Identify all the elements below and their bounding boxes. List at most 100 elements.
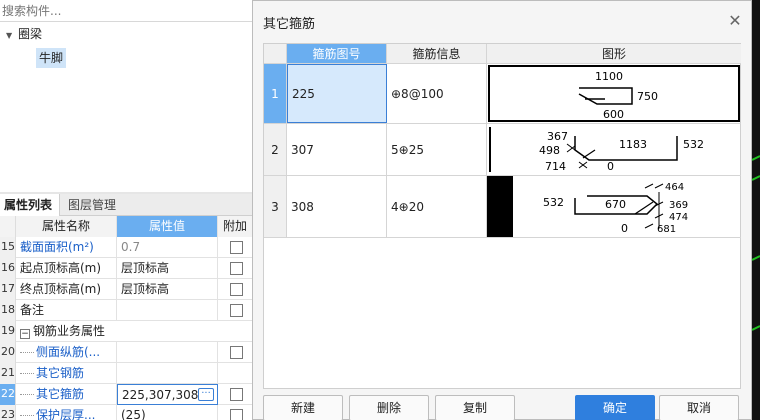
additional-cell — [218, 384, 252, 405]
cancel-button[interactable]: 取消 — [659, 395, 739, 420]
grid-header-corner — [264, 44, 287, 64]
table-row[interactable]: 17 终点顶标高(m) 层顶标高 — [0, 279, 252, 300]
search-input[interactable] — [0, 0, 252, 21]
additional-checkbox[interactable] — [230, 262, 243, 275]
dimension-label: 681 — [657, 224, 676, 235]
grid-header-shape[interactable]: 图形 — [487, 44, 741, 64]
close-icon[interactable]: ✕ — [727, 13, 743, 29]
property-value[interactable]: (25) — [117, 405, 218, 420]
additional-checkbox[interactable] — [230, 346, 243, 359]
stirrup-info-cell[interactable]: 5⊕25 — [387, 124, 487, 175]
dialog-title: 其它箍筋 — [263, 17, 316, 32]
stirrup-code-cell[interactable]: 225 — [287, 64, 387, 123]
dimension-label: 369 — [669, 200, 688, 211]
stirrup-shape-225: 1100 750 600 — [488, 65, 740, 122]
property-value[interactable]: 0.7 — [117, 237, 218, 258]
row-number: 1 — [264, 64, 287, 123]
property-tabs: 属性列表 图层管理 — [0, 194, 252, 216]
additional-checkbox[interactable] — [230, 409, 243, 420]
tree-connector — [20, 352, 34, 353]
property-value[interactable] — [117, 363, 218, 384]
other-stirrups-dialog: 其它箍筋 ✕ 箍筋图号 箍筋信息 图形 1 225 ⊕8@100 1100 75… — [252, 0, 752, 420]
property-group[interactable]: − 钢筋业务属性 — [16, 321, 217, 342]
dimension-label: 498 — [539, 144, 560, 157]
additional-cell — [218, 300, 252, 321]
ellipsis-button[interactable]: ··· — [198, 388, 214, 401]
additional-checkbox[interactable] — [230, 388, 243, 401]
property-name-label: 保护层厚... — [36, 408, 96, 420]
stirrup-shape-cell[interactable]: 532 670 0 464 369 474 681 — [487, 176, 741, 237]
other-stirrup-value-editor[interactable]: 225,307,308 ··· — [117, 384, 218, 405]
row-number: 3 — [264, 176, 287, 237]
dimension-label: 367 — [547, 130, 568, 143]
row-number: 19 — [0, 321, 16, 342]
tab-layer-management[interactable]: 图层管理 — [64, 194, 126, 216]
dimension-label: 750 — [637, 90, 658, 103]
stirrup-grid: 箍筋图号 箍筋信息 图形 1 225 ⊕8@100 1100 750 600 2 — [263, 43, 741, 389]
property-value[interactable]: 225,307,308 — [122, 388, 198, 402]
table-row[interactable]: 22 其它箍筋 225,307,308 ··· — [0, 384, 252, 405]
stirrup-shape-308: 532 670 0 464 369 474 681 — [487, 176, 688, 237]
table-row[interactable]: 15 截面面积(m²) 0.7 — [0, 237, 252, 258]
additional-checkbox[interactable] — [230, 241, 243, 254]
component-tree: ▼ 圈梁 牛脚 — [0, 22, 252, 192]
property-value[interactable]: 层顶标高 — [117, 279, 218, 300]
grid-header-stirrup-info[interactable]: 箍筋信息 — [387, 44, 487, 64]
stirrup-info-cell[interactable]: 4⊕20 — [387, 176, 487, 237]
property-value[interactable] — [117, 342, 218, 363]
viewport-background — [752, 0, 760, 420]
new-button[interactable]: 新建 — [263, 395, 343, 420]
additional-cell — [218, 258, 252, 279]
table-row[interactable]: 19 − 钢筋业务属性 — [0, 321, 252, 342]
stirrup-code-cell[interactable]: 307 — [287, 124, 387, 175]
property-name: 侧面纵筋(... — [16, 342, 117, 363]
property-panel: ▼圈梁 牛脚 属性列表 图层管理 属性名称 属性值 附加 15 截面面积(m²)… — [0, 0, 252, 420]
property-value[interactable]: 层顶标高 — [117, 258, 218, 279]
property-name-label: 其它箍筋 — [36, 387, 85, 401]
property-value[interactable] — [117, 300, 218, 321]
ok-button[interactable]: 确定 — [575, 395, 655, 420]
dimension-label: 474 — [669, 212, 688, 223]
stirrup-code-cell[interactable]: 308 — [287, 176, 387, 237]
dimension-label: 532 — [683, 138, 704, 151]
tab-property-list[interactable]: 属性列表 — [0, 194, 60, 216]
row-number: 2 — [264, 124, 287, 175]
additional-cell — [218, 279, 252, 300]
additional-cell — [218, 237, 252, 258]
row-number: 21 — [0, 363, 16, 384]
property-name: 终点顶标高(m) — [16, 279, 117, 300]
property-name: 保护层厚... — [16, 405, 117, 420]
table-row[interactable]: 16 起点顶标高(m) 层顶标高 — [0, 258, 252, 279]
tree-node-corbel[interactable]: 牛脚 — [36, 48, 67, 68]
property-name: 备注 — [16, 300, 117, 321]
stirrup-shape-cell[interactable]: 367 498 714 0 1183 532 — [487, 124, 741, 175]
table-row[interactable]: 20 侧面纵筋(... — [0, 342, 252, 363]
property-name: 其它箍筋 — [16, 384, 117, 405]
table-row[interactable]: 18 备注 — [0, 300, 252, 321]
table-row[interactable]: 3 308 4⊕20 532 670 0 464 369 474 681 — [264, 176, 741, 238]
additional-cell — [218, 363, 252, 384]
dimension-label: 1100 — [595, 70, 623, 83]
grid-header-stirrup-code[interactable]: 箍筋图号 — [287, 44, 387, 64]
additional-checkbox[interactable] — [230, 304, 243, 317]
stirrup-info-cell[interactable]: ⊕8@100 — [387, 64, 487, 123]
stirrup-shape-cell[interactable]: 1100 750 600 — [487, 64, 741, 123]
row-number: 18 — [0, 300, 16, 321]
dimension-label: 464 — [665, 182, 684, 193]
header-additional: 附加 — [218, 216, 252, 237]
header-property-name: 属性名称 — [16, 216, 117, 237]
row-number: 20 — [0, 342, 16, 363]
collapse-icon[interactable]: − — [20, 329, 30, 339]
tree-node-label: 圈梁 — [18, 27, 43, 41]
table-row[interactable]: 1 225 ⊕8@100 1100 750 600 — [264, 64, 741, 124]
caret-down-icon[interactable]: ▼ — [6, 26, 18, 46]
table-row[interactable]: 21 其它钢筋 — [0, 363, 252, 384]
dimension-label: 670 — [605, 198, 626, 211]
table-row[interactable]: 23 保护层厚... (25) — [0, 405, 252, 420]
additional-checkbox[interactable] — [230, 283, 243, 296]
table-row[interactable]: 2 307 5⊕25 367 498 714 0 1183 532 — [264, 124, 741, 176]
copy-button[interactable]: 复制 — [435, 395, 515, 420]
tree-node-ring-beam[interactable]: ▼ 圈梁 — [6, 24, 42, 44]
property-name: 截面面积(m²) — [16, 237, 117, 258]
delete-button[interactable]: 删除 — [349, 395, 429, 420]
